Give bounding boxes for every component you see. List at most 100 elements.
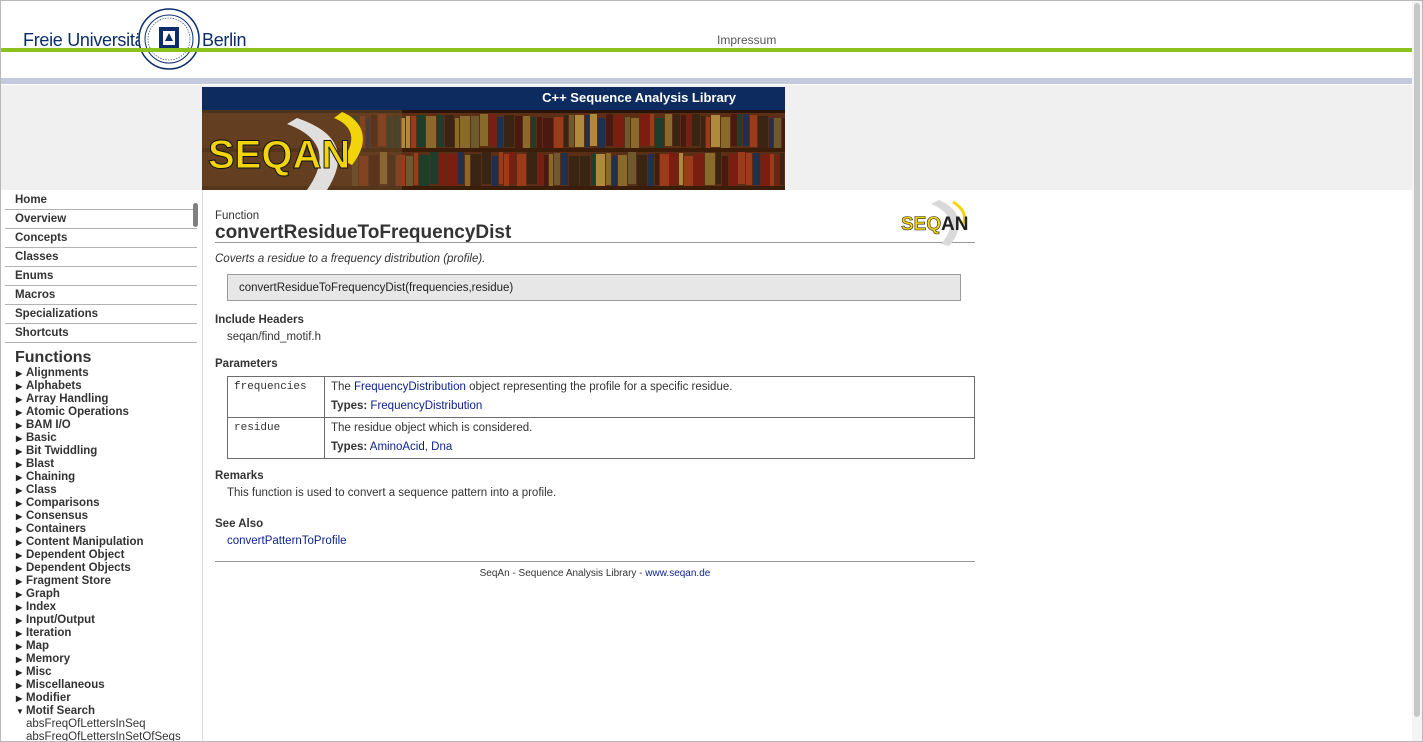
function-group-label: Input/Output bbox=[26, 614, 95, 626]
parameters-table: frequencies The FrequencyDistribution ob… bbox=[227, 376, 975, 459]
expand-arrow-icon[interactable]: ▶ bbox=[16, 692, 26, 705]
function-group-input-output[interactable]: ▶ Input/Output bbox=[5, 614, 202, 627]
function-group-memory[interactable]: ▶ Memory bbox=[5, 653, 202, 666]
function-group-bam-i-o[interactable]: ▶ BAM I/O bbox=[5, 419, 202, 432]
sidebar-nav: Home Overview Concepts Classes Enums Macros Sp… bbox=[5, 190, 203, 741]
function-group-map[interactable]: ▶ Map bbox=[5, 640, 202, 653]
sidebar-item-home[interactable]: Home bbox=[5, 190, 197, 210]
entity-kind: Function bbox=[215, 210, 260, 222]
function-group-label: Class bbox=[26, 484, 57, 496]
types-label: Types: bbox=[331, 441, 368, 453]
expand-arrow-icon[interactable]: ▶ bbox=[16, 614, 26, 627]
function-link-absfreqoflettersinseq[interactable]: absFreqOfLettersInSeq bbox=[5, 718, 202, 731]
function-group-class[interactable]: ▶ Class bbox=[5, 484, 202, 497]
university-seal-icon[interactable] bbox=[138, 8, 200, 70]
sidebar-scrollbar-thumb[interactable] bbox=[193, 203, 198, 227]
expand-arrow-icon[interactable]: ▶ bbox=[16, 601, 26, 614]
expand-arrow-icon[interactable]: ▶ bbox=[16, 380, 26, 393]
expand-arrow-icon[interactable]: ▶ bbox=[16, 367, 26, 380]
sidebar-item-concepts[interactable]: Concepts bbox=[5, 229, 197, 248]
sidebar-item-enums[interactable]: Enums bbox=[5, 267, 197, 286]
expand-arrow-icon[interactable]: ▶ bbox=[16, 497, 26, 510]
function-group-blast[interactable]: ▶ Blast bbox=[5, 458, 202, 471]
expand-arrow-icon[interactable]: ▶ bbox=[16, 393, 26, 406]
function-group-miscellaneous[interactable]: ▶ Miscellaneous bbox=[5, 679, 202, 692]
function-group-consensus[interactable]: ▶ Consensus bbox=[5, 510, 202, 523]
function-group-label: Containers bbox=[26, 523, 87, 535]
function-group-label: Alignments bbox=[26, 367, 89, 379]
page-scrollbar[interactable] bbox=[1412, 1, 1422, 741]
expand-arrow-icon[interactable]: ▶ bbox=[16, 575, 26, 588]
expand-arrow-icon[interactable]: ▶ bbox=[16, 653, 26, 666]
param-types: Types: AminoAcid, Dna bbox=[331, 441, 974, 453]
collapse-arrow-icon[interactable]: ▼ bbox=[16, 705, 26, 718]
function-group-dependent-object[interactable]: ▶ Dependent Object bbox=[5, 549, 202, 562]
footer: SeqAn - Sequence Analysis Library - www.… bbox=[215, 568, 975, 579]
type-link-amino-acid[interactable]: AminoAcid bbox=[370, 441, 425, 453]
type-link-frequency-distribution[interactable]: FrequencyDistribution bbox=[370, 400, 482, 412]
sidebar-item-macros[interactable]: Macros bbox=[5, 286, 197, 305]
impressum-link[interactable]: Impressum bbox=[717, 33, 776, 47]
function-group-comparisons[interactable]: ▶ Comparisons bbox=[5, 497, 202, 510]
function-group-iteration[interactable]: ▶ Iteration bbox=[5, 627, 202, 640]
footer-text: SeqAn - Sequence Analysis Library - bbox=[479, 568, 646, 579]
expand-arrow-icon[interactable]: ▶ bbox=[16, 445, 26, 458]
function-group-misc[interactable]: ▶ Misc bbox=[5, 666, 202, 679]
expand-arrow-icon[interactable]: ▶ bbox=[16, 549, 26, 562]
function-group-alphabets[interactable]: ▶ Alphabets bbox=[5, 380, 202, 393]
function-group-containers[interactable]: ▶ Containers bbox=[5, 523, 202, 536]
expand-arrow-icon[interactable]: ▶ bbox=[16, 536, 26, 549]
function-group-alignments[interactable]: ▶ Alignments bbox=[5, 367, 202, 380]
function-group-label: Graph bbox=[26, 588, 60, 600]
footer-seqan-link[interactable]: www.seqan.de bbox=[645, 568, 710, 579]
expand-arrow-icon[interactable]: ▶ bbox=[16, 510, 26, 523]
types-label: Types: bbox=[331, 400, 368, 412]
function-group-graph[interactable]: ▶ Graph bbox=[5, 588, 202, 601]
function-group-fragment-store[interactable]: ▶ Fragment Store bbox=[5, 575, 202, 588]
expand-arrow-icon[interactable]: ▶ bbox=[16, 679, 26, 692]
function-group-label: Atomic Operations bbox=[26, 406, 129, 418]
function-group-label: Miscellaneous bbox=[26, 679, 105, 691]
function-description: Coverts a residue to a frequency distrib… bbox=[215, 253, 486, 265]
expand-arrow-icon[interactable]: ▶ bbox=[16, 484, 26, 497]
sidebar-item-classes[interactable]: Classes bbox=[5, 248, 197, 267]
sidebar-item-specializations[interactable]: Specializations bbox=[5, 305, 197, 324]
function-group-label: Dependent Objects bbox=[26, 562, 131, 574]
function-group-motif-search[interactable]: ▼ Motif Search bbox=[5, 705, 202, 718]
expand-arrow-icon[interactable]: ▶ bbox=[16, 432, 26, 445]
expand-arrow-icon[interactable]: ▶ bbox=[16, 406, 26, 419]
function-group-index[interactable]: ▶ Index bbox=[5, 601, 202, 614]
function-group-label: BAM I/O bbox=[26, 419, 71, 431]
function-group-content-manipulation[interactable]: ▶ Content Manipulation bbox=[5, 536, 202, 549]
expand-arrow-icon[interactable]: ▶ bbox=[16, 523, 26, 536]
type-link-dna[interactable]: Dna bbox=[431, 441, 452, 453]
expand-arrow-icon[interactable]: ▶ bbox=[16, 562, 26, 575]
expand-arrow-icon[interactable]: ▶ bbox=[16, 419, 26, 432]
expand-arrow-icon[interactable]: ▶ bbox=[16, 588, 26, 601]
expand-arrow-icon[interactable]: ▶ bbox=[16, 627, 26, 640]
header-green-rule bbox=[1, 48, 1413, 52]
param-description: The residue object which is considered. … bbox=[324, 417, 975, 459]
expand-arrow-icon[interactable]: ▶ bbox=[16, 458, 26, 471]
seqan-logo-icon[interactable]: SEQ AN bbox=[901, 200, 975, 246]
sidebar-item-shortcuts[interactable]: Shortcuts bbox=[5, 324, 197, 343]
expand-arrow-icon[interactable]: ▶ bbox=[16, 471, 26, 484]
function-group-dependent-objects[interactable]: ▶ Dependent Objects bbox=[5, 562, 202, 575]
frequency-distribution-link[interactable]: FrequencyDistribution bbox=[354, 381, 466, 393]
expand-arrow-icon[interactable]: ▶ bbox=[16, 666, 26, 679]
param-name: residue bbox=[227, 417, 325, 459]
page-scrollbar-thumb[interactable] bbox=[1414, 3, 1420, 717]
function-group-label: Map bbox=[26, 640, 49, 652]
function-group-label: Iteration bbox=[26, 627, 72, 639]
function-group-modifier[interactable]: ▶ Modifier bbox=[5, 692, 202, 705]
function-group-array-handling[interactable]: ▶ Array Handling bbox=[5, 393, 202, 406]
sidebar-item-overview[interactable]: Overview bbox=[5, 210, 197, 229]
function-group-label: Consensus bbox=[26, 510, 88, 522]
function-group-atomic-operations[interactable]: ▶ Atomic Operations bbox=[5, 406, 202, 419]
function-group-basic[interactable]: ▶ Basic bbox=[5, 432, 202, 445]
see-also-link[interactable]: convertPatternToProfile bbox=[227, 535, 347, 547]
expand-arrow-icon[interactable]: ▶ bbox=[16, 640, 26, 653]
function-group-bit-twiddling[interactable]: ▶ Bit Twiddling bbox=[5, 445, 202, 458]
function-group-chaining[interactable]: ▶ Chaining bbox=[5, 471, 202, 484]
function-link-absfreqoflettersinsetofseqs[interactable]: absFreqOfLettersInSetOfSeqs bbox=[5, 731, 202, 741]
